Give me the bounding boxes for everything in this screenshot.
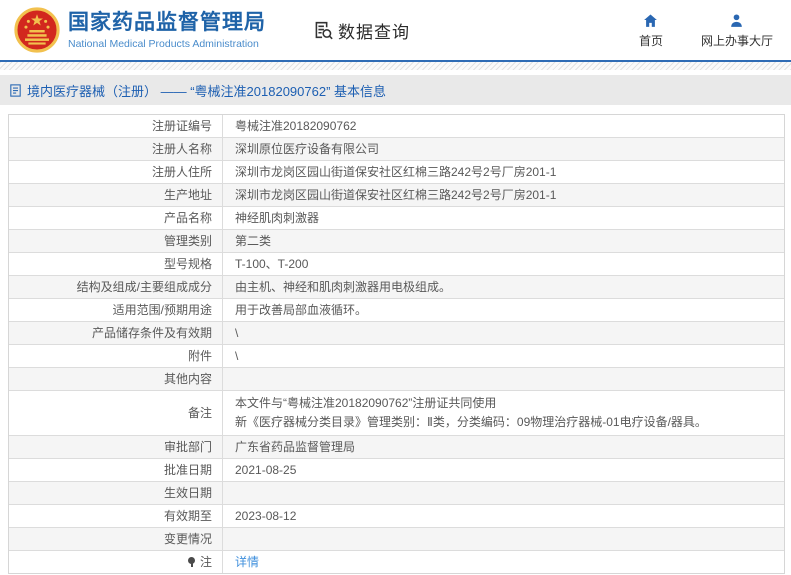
site-title-en: National Medical Products Administration <box>68 37 259 50</box>
row-label: 注册人住所 <box>9 161 223 183</box>
table-row: 注册证编号 粤械注准20182090762 <box>9 115 784 137</box>
row-value: 深圳市龙岗区园山街道保安社区红棉三路242号2号厂房201-1 <box>235 188 557 202</box>
nav-home[interactable]: 首页 <box>639 12 663 49</box>
row-label: 产品储存条件及有效期 <box>9 322 223 344</box>
table-row: 适用范围/预期用途 用于改善局部血液循环。 <box>9 298 784 321</box>
row-value: 粤械注准20182090762 <box>235 119 357 133</box>
pin-icon <box>187 556 196 568</box>
table-row: 附件 \ <box>9 344 784 367</box>
row-label: 变更情况 <box>9 528 223 550</box>
row-label: 其他内容 <box>9 368 223 390</box>
table-row: 结构及组成/主要组成成分 由主机、神经和肌肉刺激器用电极组成。 <box>9 275 784 298</box>
home-icon <box>644 13 658 27</box>
row-label: 管理类别 <box>9 230 223 252</box>
row-label: 有效期至 <box>9 505 223 527</box>
data-query-section[interactable]: 数据查询 <box>312 18 410 43</box>
row-label: 注册证编号 <box>9 115 223 137</box>
row-value: 本文件与“粤械注准20182090762”注册证共同使用 新《医疗器械分类目录》管… <box>235 396 707 429</box>
row-label: 型号规格 <box>9 253 223 275</box>
logo-text: 国家药品监督管理局 National Medical Products Admi… <box>68 11 266 50</box>
row-label: 产品名称 <box>9 207 223 229</box>
row-label: 生效日期 <box>9 482 223 504</box>
site-title-cn: 国家药品监督管理局 <box>68 10 266 34</box>
row-value: 用于改善局部血液循环。 <box>235 303 368 317</box>
row-value <box>223 368 784 390</box>
document-icon <box>10 83 21 97</box>
row-value: 深圳市龙岗区园山街道保安社区红棉三路242号2号厂房201-1 <box>235 165 557 179</box>
row-label: 备注 <box>9 391 223 435</box>
nav-online-hall[interactable]: 网上办事大厅 <box>701 12 773 49</box>
info-table: 注册证编号 粤械注准20182090762 注册人名称 深圳原位医疗设备有限公司 注册人… <box>8 114 785 574</box>
row-label: 适用范围/预期用途 <box>9 299 223 321</box>
person-icon <box>731 13 743 27</box>
table-row: 审批部门 广东省药品监督管理局 <box>9 435 784 458</box>
row-label: 注册人名称 <box>9 138 223 160</box>
table-row: 有效期至 2023-08-12 <box>9 504 784 527</box>
row-value: 详情 <box>223 551 784 573</box>
row-value <box>223 482 784 504</box>
row-value: 第二类 <box>235 234 272 248</box>
data-query-label: 数据查询 <box>338 22 410 42</box>
table-row: 其他内容 <box>9 367 784 390</box>
row-value: \ <box>235 326 239 340</box>
top-nav: 首页 网上办事大厅 <box>639 12 773 49</box>
row-value: 广东省药品监督管理局 <box>235 440 356 454</box>
table-row: 变更情况 <box>9 527 784 550</box>
table-row: 型号规格 T-100、T-200 <box>9 252 784 275</box>
table-row: 生效日期 <box>9 481 784 504</box>
site-logo[interactable]: 国家药品监督管理局 National Medical Products Admi… <box>14 7 266 53</box>
row-value: 深圳原位医疗设备有限公司 <box>235 142 380 156</box>
nav-online-hall-label: 网上办事大厅 <box>700 33 773 48</box>
table-row: 产品名称 神经肌肉刺激器 <box>9 206 784 229</box>
details-link[interactable]: 详情 <box>235 554 772 570</box>
row-value: \ <box>235 349 239 363</box>
table-row: 生产地址 深圳市龙岗区园山街道保安社区红棉三路242号2号厂房201-1 <box>9 183 784 206</box>
row-label: 审批部门 <box>9 436 223 458</box>
table-row: 注册人名称 深圳原位医疗设备有限公司 <box>9 137 784 160</box>
row-label: 结构及组成/主要组成成分 <box>9 276 223 298</box>
row-label: 注 <box>9 551 223 573</box>
data-query-icon <box>315 21 333 40</box>
table-row: 产品储存条件及有效期 \ <box>9 321 784 344</box>
row-value: 2023-08-12 <box>235 509 297 523</box>
table-row: 备注 本文件与“粤械注准20182090762”注册证共同使用 新《医疗器械分类目录… <box>9 390 784 435</box>
hatch-strip <box>0 62 791 70</box>
row-value: 由主机、神经和肌肉刺激器用电极组成。 <box>235 280 452 294</box>
row-value: 神经肌肉刺激器 <box>235 211 320 225</box>
row-value: 2021-08-25 <box>235 463 297 477</box>
table-row: 管理类别 第二类 <box>9 229 784 252</box>
table-row: 注详情 <box>9 550 784 573</box>
page-title-bar: 境内医疗器械（注册） —— “粤械注准20182090762” 基本信息 <box>0 75 791 105</box>
row-value: T-100、T-200 <box>235 257 309 271</box>
site-header: 国家药品监督管理局 National Medical Products Admi… <box>0 0 791 60</box>
national-emblem-icon <box>14 7 60 53</box>
row-value <box>223 528 784 550</box>
nav-home-label: 首页 <box>638 33 663 48</box>
row-label: 生产地址 <box>9 184 223 206</box>
table-row: 批准日期 2021-08-25 <box>9 458 784 481</box>
row-label: 批准日期 <box>9 459 223 481</box>
table-row: 注册人住所 深圳市龙岗区园山街道保安社区红棉三路242号2号厂房201-1 <box>9 160 784 183</box>
row-label: 附件 <box>9 345 223 367</box>
page-title: 境内医疗器械（注册） —— “粤械注准20182090762” 基本信息 <box>27 83 387 99</box>
